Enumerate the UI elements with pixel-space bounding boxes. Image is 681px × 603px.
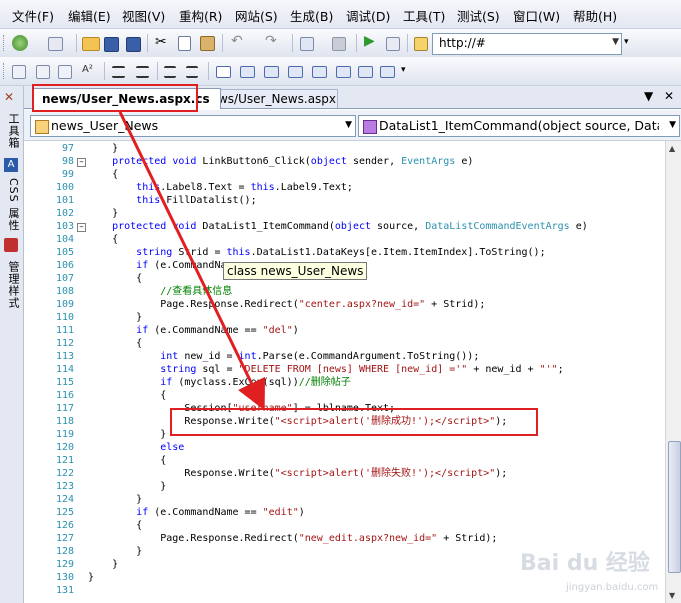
annotation-arrow bbox=[118, 111, 266, 411]
arrow-line bbox=[118, 111, 266, 411]
